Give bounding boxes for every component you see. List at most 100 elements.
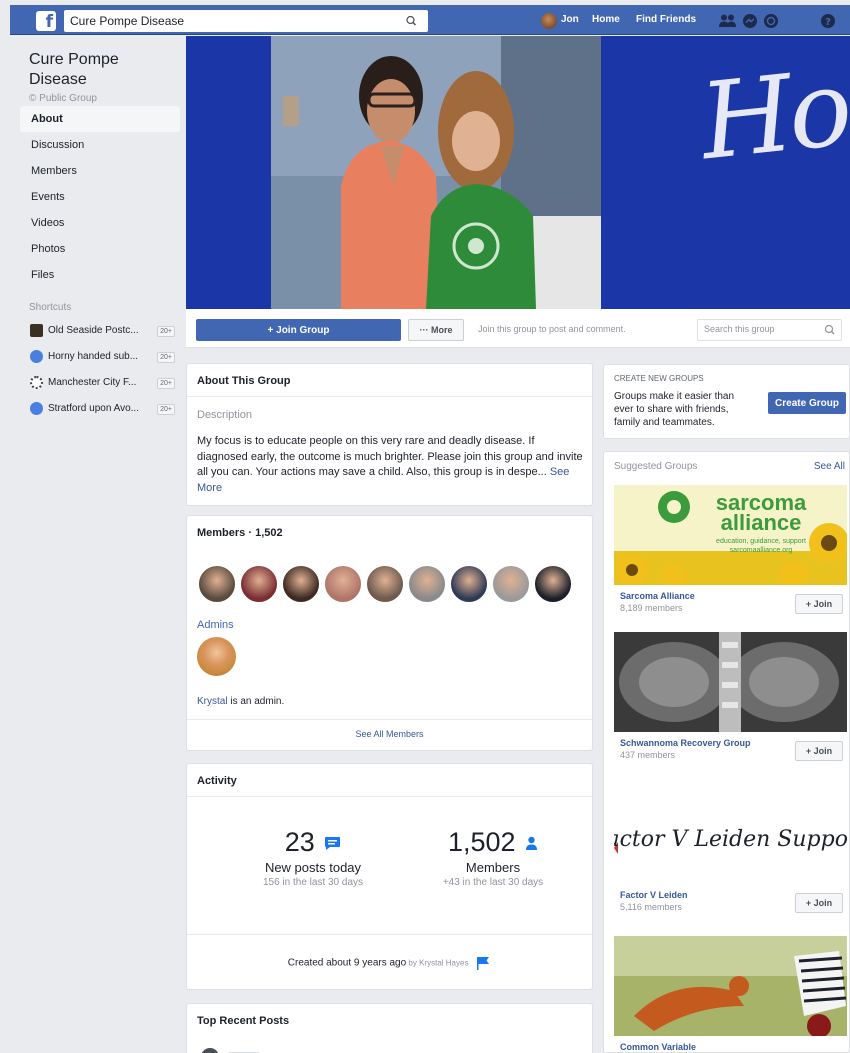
- created-text: Created about 9 years ago: [287, 957, 407, 969]
- messenger-icon[interactable]: [742, 13, 758, 29]
- shortcut-label: Old Seaside Postc...: [48, 325, 139, 336]
- more-button[interactable]: ··· More: [408, 319, 464, 341]
- nav-item-members[interactable]: Members: [20, 158, 180, 184]
- about-group-card: About This Group Description My focus is…: [186, 363, 593, 506]
- suggested-group-name[interactable]: Factor V Leiden: [620, 890, 688, 900]
- members-card-title[interactable]: Members · 1,502: [197, 527, 283, 539]
- football-icon: [30, 376, 43, 389]
- see-all-members-link[interactable]: See All Members: [187, 729, 592, 739]
- create-groups-card: Create New Groups Groups make it easier …: [603, 364, 850, 439]
- group-cover-image[interactable]: sarcoma alliance education, guidance, su…: [614, 485, 847, 585]
- member-avatar[interactable]: [449, 564, 489, 604]
- search-button[interactable]: [392, 10, 428, 32]
- see-all-suggested-link[interactable]: See All: [814, 461, 845, 472]
- create-groups-title: Create New Groups: [614, 374, 704, 383]
- nav-item-files[interactable]: Files: [20, 262, 180, 288]
- search-icon[interactable]: [823, 323, 837, 337]
- profile-link[interactable]: Jon: [561, 14, 579, 25]
- divider: [187, 719, 592, 720]
- nav-item-discussion[interactable]: Discussion: [20, 132, 180, 158]
- facebook-logo[interactable]: f: [36, 11, 56, 31]
- join-group-button[interactable]: + Join Group: [196, 319, 401, 341]
- sarcoma-tagline: education, guidance, support: [716, 538, 806, 545]
- nav-item-videos[interactable]: Videos: [20, 210, 180, 236]
- description-label: Description: [197, 409, 253, 421]
- group-cover-image[interactable]: [614, 936, 847, 1036]
- shortcut-badge: 20+: [157, 352, 175, 363]
- friend-requests-icon[interactable]: [718, 13, 738, 29]
- suggested-group-item: sarcoma alliance education, guidance, su…: [614, 485, 847, 635]
- admins-label: Admins: [197, 619, 234, 631]
- group-cover-image[interactable]: Factor V Leiden Support: [614, 784, 847, 884]
- admin-line: Krystal is an admin.: [197, 696, 284, 707]
- notifications-icon[interactable]: [763, 13, 779, 29]
- creator-link[interactable]: Krystal Hayes: [419, 959, 468, 968]
- member-avatar[interactable]: [281, 564, 321, 604]
- admin-suffix: is an admin.: [227, 696, 285, 707]
- suggested-group-members: 5,116 members: [620, 902, 682, 912]
- member-avatar[interactable]: [239, 564, 279, 604]
- suggested-group-name[interactable]: Common Variable: [620, 1042, 696, 1052]
- person-icon: [526, 837, 538, 851]
- shortcut-badge: 20+: [157, 378, 175, 389]
- members-label: Members: [465, 860, 521, 875]
- suggested-group-name[interactable]: Schwannoma Recovery Group: [620, 738, 751, 748]
- activity-card-title: Activity: [197, 775, 237, 787]
- help-icon[interactable]: ?: [820, 13, 836, 29]
- members-sub: +43 in the last 30 days: [442, 877, 544, 888]
- cover-photo[interactable]: Ho: [186, 36, 850, 309]
- group-privacy: © Public Group: [20, 93, 180, 104]
- factor-v-cover-text: Factor V Leiden Support: [614, 827, 847, 852]
- member-avatar[interactable]: [197, 564, 237, 604]
- global-search-box[interactable]: [64, 10, 428, 32]
- create-groups-description: Groups make it easier than ever to share…: [614, 391, 735, 428]
- global-search-input[interactable]: [70, 13, 390, 29]
- shortcuts-title: Shortcuts: [29, 302, 72, 313]
- suggested-group-name[interactable]: Sarcoma Alliance: [620, 591, 695, 601]
- members-card: Members · 1,502 Admins Krystal is an adm…: [186, 515, 593, 751]
- divider: [187, 934, 592, 935]
- member-avatar[interactable]: [491, 564, 531, 604]
- group-search-box[interactable]: [697, 319, 842, 341]
- recent-posts-title: Top Recent Posts: [197, 1015, 290, 1027]
- member-avatar[interactable]: [407, 564, 447, 604]
- suggested-group-members: 8,189 members: [620, 603, 683, 613]
- create-group-button[interactable]: Create Group: [768, 392, 846, 414]
- member-avatar[interactable]: [533, 564, 573, 604]
- shortcut-label: Manchester City F...: [48, 377, 137, 388]
- group-search-input[interactable]: [704, 324, 816, 334]
- member-avatar[interactable]: [365, 564, 405, 604]
- group-action-bar: + Join Group ··· More Join this group to…: [186, 309, 850, 348]
- cover-script-text: Ho: [695, 46, 850, 184]
- suggested-group-members: 437 members: [620, 750, 676, 760]
- globe-icon: ©: [29, 93, 37, 104]
- shortcut-item[interactable]: Stratford upon Avo... 20+: [20, 396, 180, 422]
- suggested-groups-title: Suggested Groups: [614, 461, 698, 472]
- sarcoma-logo-line2: alliance: [721, 510, 802, 535]
- nav-item-photos[interactable]: Photos: [20, 236, 180, 262]
- member-avatar[interactable]: [323, 564, 363, 604]
- find-friends-link[interactable]: Find Friends: [636, 14, 696, 25]
- description-text: My focus is to educate people on this ve…: [197, 434, 587, 496]
- admin-avatar[interactable]: [197, 637, 236, 676]
- shortcut-item[interactable]: Horny handed sub... 20+: [20, 344, 180, 370]
- join-suggested-group-button[interactable]: + Join: [795, 741, 843, 761]
- admin-name-link[interactable]: Krystal: [197, 696, 228, 707]
- join-hint-text: Join this group to post and comment.: [478, 324, 626, 334]
- shortcut-item[interactable]: Manchester City F... 20+: [20, 370, 180, 396]
- suggested-group-item: Schwannoma Recovery Group 437 members + …: [614, 632, 847, 782]
- nav-item-events[interactable]: Events: [20, 184, 180, 210]
- shortcut-badge: 20+: [157, 404, 175, 415]
- divider: [187, 796, 592, 797]
- home-link[interactable]: Home: [592, 14, 620, 25]
- post-author-avatar[interactable]: [201, 1048, 219, 1053]
- join-suggested-group-button[interactable]: + Join: [795, 893, 843, 913]
- user-avatar[interactable]: [541, 13, 557, 29]
- group-cover-image[interactable]: [614, 632, 847, 732]
- group-nav: About Discussion Members Events Videos P…: [20, 106, 180, 288]
- join-suggested-group-button[interactable]: + Join: [795, 594, 843, 614]
- group-name[interactable]: Cure Pompe Disease: [20, 50, 180, 90]
- group-thumbnail-icon: [30, 324, 43, 337]
- nav-item-about[interactable]: About: [20, 106, 180, 132]
- shortcut-item[interactable]: Old Seaside Postc... 20+: [20, 318, 180, 344]
